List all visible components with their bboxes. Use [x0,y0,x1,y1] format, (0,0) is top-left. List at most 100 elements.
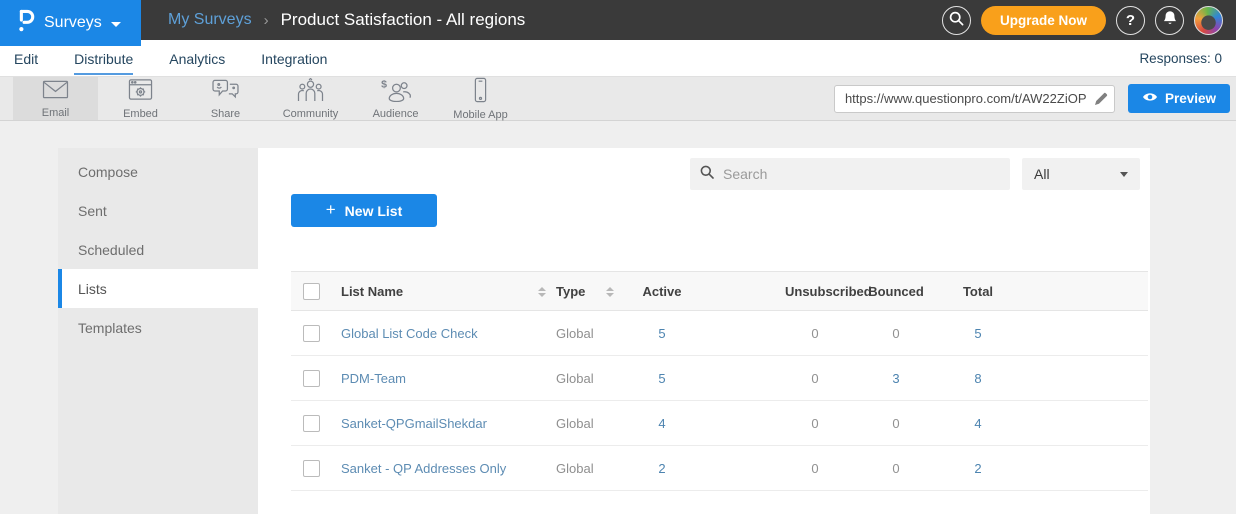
table-row: Sanket - QP Addresses Only Global 2 0 0 … [291,446,1148,491]
email-icon [41,78,70,106]
email-sidebar: ComposeSentScheduledListsTemplates [58,148,258,514]
plus-icon: + [326,200,336,220]
chevron-down-icon [111,22,121,27]
notifications-button[interactable] [1155,6,1184,35]
table-header-row: List Name Type Active Unsubscribed Bounc… [291,271,1148,311]
unsubscribed-count[interactable]: 0 [785,326,845,341]
lists-panel-controls: All [258,148,1150,190]
table-row: PDM-Team Global 5 0 3 8 [291,356,1148,401]
sort-icon[interactable] [606,287,614,297]
toolbar-item-embed[interactable]: Embed [98,77,183,120]
bell-icon [1163,10,1177,30]
toolbar-item-audience[interactable]: $ Audience [353,77,438,120]
total-count[interactable]: 5 [948,326,1008,341]
list-name-link[interactable]: Sanket - QP Addresses Only [341,461,538,476]
list-type: Global [556,326,606,341]
sidebar-item[interactable]: Sent [58,191,258,230]
chevron-down-icon [1120,172,1128,177]
responses-count: Responses: 0 [1139,51,1222,66]
lists-panel: All + New List List Name Type Active Uns… [258,148,1150,514]
main-area: ComposeSentScheduledListsTemplates All +… [0,121,1236,514]
avatar[interactable] [1194,6,1223,35]
nav-tab[interactable]: Integration [261,42,327,75]
toolbar-item-community[interactable]: Community [268,77,353,120]
toolbar-item-share[interactable]: Share [183,77,268,120]
header-list-name[interactable]: List Name [341,284,538,299]
svg-text:$: $ [381,78,387,90]
breadcrumb-my-surveys[interactable]: My Surveys [168,11,252,29]
table-row: Global List Code Check Global 5 0 0 5 [291,311,1148,356]
filter-selected-value: All [1034,166,1050,182]
help-button[interactable]: ? [1116,6,1145,35]
surveys-menu-label: Surveys [44,14,102,32]
search-icon [949,11,964,30]
distribute-toolbar: Email Embed Share Community $ Audience M… [0,76,1236,121]
select-all-checkbox[interactable] [303,283,320,300]
mobile-app-icon [473,77,488,108]
survey-link-area: Preview [834,77,1236,120]
total-count[interactable]: 4 [948,416,1008,431]
active-count[interactable]: 5 [632,326,692,341]
toolbar-item-mobile-app[interactable]: Mobile App [438,77,523,120]
bounced-count[interactable]: 0 [866,326,926,341]
list-name-link[interactable]: Global List Code Check [341,326,538,341]
row-checkbox[interactable] [303,370,320,387]
question-mark-icon: ? [1126,12,1135,29]
unsubscribed-count[interactable]: 0 [785,461,845,476]
list-filter-dropdown[interactable]: All [1022,158,1140,190]
breadcrumb: My Surveys › Product Satisfaction - All … [168,10,525,30]
row-checkbox[interactable] [303,415,320,432]
nav-tabs: Edit Distribute Analytics Integration [14,42,327,75]
table-body: Global List Code Check Global 5 0 0 5 PD… [291,311,1148,491]
toolbar-item-email[interactable]: Email [13,77,98,120]
surveys-menu[interactable]: Surveys [0,0,141,46]
active-count[interactable]: 4 [632,416,692,431]
row-checkbox[interactable] [303,325,320,342]
active-count[interactable]: 5 [632,371,692,386]
bounced-count[interactable]: 0 [866,461,926,476]
unsubscribed-count[interactable]: 0 [785,416,845,431]
edit-url-pencil-icon[interactable] [1094,92,1108,111]
total-count[interactable]: 8 [948,371,1008,386]
nav-tab[interactable]: Edit [14,42,38,75]
unsubscribed-count[interactable]: 0 [785,371,845,386]
embed-icon [127,78,154,107]
eye-icon [1142,91,1158,106]
audience-icon: $ [380,78,411,107]
row-checkbox[interactable] [303,460,320,477]
preview-button[interactable]: Preview [1128,84,1230,113]
bounced-count[interactable]: 3 [866,371,926,386]
total-count[interactable]: 2 [948,461,1008,476]
sidebar-item[interactable]: Compose [58,152,258,191]
active-count[interactable]: 2 [632,461,692,476]
list-search [690,158,1010,190]
table-row: Sanket-QPGmailShekdar Global 4 0 0 4 [291,401,1148,446]
new-list-button[interactable]: + New List [291,194,437,227]
questionpro-logo-icon [15,8,35,38]
sidebar-item[interactable]: Lists [58,269,258,308]
header-active: Active [632,284,692,299]
search-button[interactable] [942,6,971,35]
sidebar-item[interactable]: Templates [58,308,258,347]
list-type: Global [556,416,606,431]
nav-tab[interactable]: Distribute [74,42,133,75]
email-lists-table: List Name Type Active Unsubscribed Bounc… [291,271,1148,491]
list-type: Global [556,461,606,476]
header-bounced: Bounced [866,284,926,299]
header-type[interactable]: Type [556,284,606,299]
nav-tab[interactable]: Analytics [169,42,225,75]
page-title: Product Satisfaction - All regions [281,10,526,30]
share-icon [211,78,240,107]
upgrade-now-button[interactable]: Upgrade Now [981,6,1106,35]
search-input[interactable] [723,166,1000,182]
header-unsubscribed: Unsubscribed [785,284,845,299]
sidebar-item[interactable]: Scheduled [58,230,258,269]
list-type: Global [556,371,606,386]
survey-url-input[interactable] [834,85,1115,113]
top-header: Surveys My Surveys › Product Satisfactio… [0,0,1236,40]
list-name-link[interactable]: PDM-Team [341,371,538,386]
list-name-link[interactable]: Sanket-QPGmailShekdar [341,416,538,431]
community-icon [296,78,325,107]
sort-icon[interactable] [538,287,546,297]
bounced-count[interactable]: 0 [866,416,926,431]
